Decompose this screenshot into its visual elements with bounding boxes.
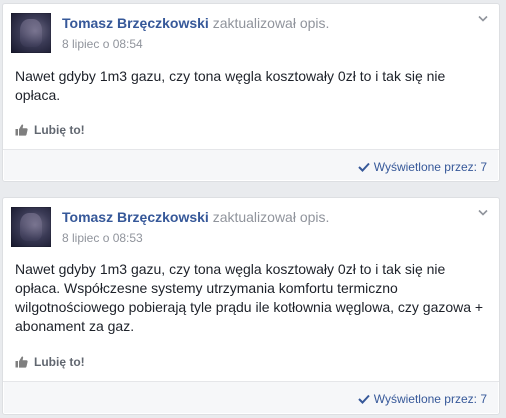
like-label: Lubię to!	[34, 355, 85, 369]
chevron-down-icon[interactable]	[478, 15, 488, 23]
like-button[interactable]: Lubię to!	[15, 123, 85, 137]
checkmark-icon	[358, 394, 370, 404]
seen-by-label: Wyświetlone przez: 7	[373, 392, 487, 406]
author-name-link[interactable]: Tomasz Brzęczkowski	[62, 15, 209, 31]
like-button[interactable]: Lubię to!	[15, 355, 85, 369]
like-label: Lubię to!	[34, 123, 85, 137]
post-body-line: wilgotnościowego pobierają tyle prądu il…	[15, 299, 484, 315]
post-action-text: zaktualizował opis.	[212, 15, 330, 31]
seen-by-label: Wyświetlone przez: 7	[373, 160, 487, 174]
post-body-line: opłaca.	[15, 87, 61, 103]
author-avatar[interactable]	[11, 13, 51, 53]
post-footer: Wyświetlone przez: 7	[4, 150, 498, 180]
post-body: Nawet gdyby 1m3 gazu, czy tona węgla kos…	[15, 67, 489, 105]
author-avatar[interactable]	[11, 207, 51, 247]
thumbs-up-icon	[15, 124, 28, 136]
post-body-line: Nawet gdyby 1m3 gazu, czy tona węgla kos…	[15, 68, 446, 84]
seen-by-link[interactable]: Wyświetlone przez: 7	[358, 392, 487, 406]
post-footer: Wyświetlone przez: 7	[4, 382, 498, 413]
post-timestamp[interactable]: 8 lipiec o 08:54	[62, 37, 143, 51]
post-action-text: zaktualizował opis.	[212, 209, 330, 225]
post-card: Tomasz Brzęczkowski zaktualizował opis. …	[2, 197, 500, 415]
author-name-link[interactable]: Tomasz Brzęczkowski	[62, 209, 209, 225]
seen-by-link[interactable]: Wyświetlone przez: 7	[358, 160, 487, 174]
post-card: Tomasz Brzęczkowski zaktualizował opis. …	[2, 3, 500, 182]
chevron-down-icon[interactable]	[478, 209, 488, 217]
post-body: Nawet gdyby 1m3 gazu, czy tona węgla kos…	[15, 260, 489, 336]
post-timestamp[interactable]: 8 lipiec o 08:53	[62, 231, 143, 245]
post-header: Tomasz Brzęczkowski zaktualizował opis.	[62, 15, 329, 31]
post-body-line: abonament za gaz.	[15, 318, 135, 334]
thumbs-up-icon	[15, 356, 28, 368]
post-body-line: Nawet gdyby 1m3 gazu, czy tona węgla kos…	[15, 261, 446, 277]
post-body-line: opłaca. Współczesne systemy utrzymania k…	[15, 280, 398, 296]
post-header: Tomasz Brzęczkowski zaktualizował opis.	[62, 209, 329, 225]
checkmark-icon	[358, 162, 370, 172]
